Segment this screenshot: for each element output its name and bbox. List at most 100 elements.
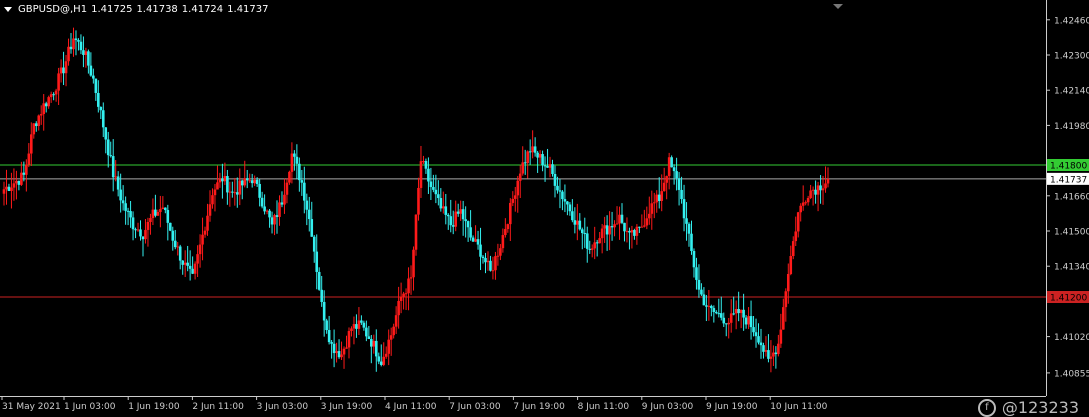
candle-body (643, 225, 646, 227)
candle-body (672, 167, 676, 172)
candle-body (305, 200, 309, 210)
candle-body (387, 339, 390, 354)
candle-body (526, 151, 529, 164)
candle-body (365, 327, 368, 337)
candle-body (357, 320, 361, 329)
candle-body (399, 296, 403, 301)
candle-body (317, 271, 321, 290)
candle-body (466, 221, 470, 228)
candle-body (12, 183, 16, 188)
candle-body (337, 351, 341, 358)
candle-body (595, 242, 599, 244)
candle-body (593, 242, 596, 249)
candle-body (419, 161, 423, 188)
candle-body (528, 151, 532, 153)
candle-body (22, 172, 26, 175)
candle-body (404, 293, 408, 295)
candle-body (67, 46, 70, 62)
candle-body (461, 209, 465, 220)
candle-body (446, 214, 450, 217)
candle-body (109, 155, 113, 157)
dropdown-triangle-icon[interactable] (4, 7, 12, 12)
candle-body (283, 194, 286, 205)
candle-body (724, 323, 728, 325)
candle-body (32, 123, 36, 135)
x-tick-label: 8 Jun 11:00 (578, 402, 630, 412)
candle-body (513, 195, 517, 199)
candle-body (139, 229, 142, 237)
candle-body (506, 224, 510, 230)
candle-body (469, 227, 472, 238)
x-tick-label: 3 Jun 19:00 (321, 402, 373, 412)
candle-body (695, 267, 698, 280)
candle-body (44, 103, 48, 107)
candle-body (816, 185, 820, 195)
candle-body (516, 180, 520, 196)
candle-body (52, 94, 55, 96)
candle-body (322, 301, 326, 321)
candle-body (737, 308, 740, 314)
candle-body (715, 312, 718, 314)
watermark-text: @123233 (1001, 398, 1079, 417)
candle-body (188, 265, 192, 269)
candle-body (794, 231, 798, 242)
candle-body (183, 262, 187, 265)
candle-body (25, 164, 28, 175)
candle-body (273, 215, 276, 225)
candle-body (749, 316, 753, 328)
candle-body (494, 256, 497, 271)
candle-body (253, 179, 256, 184)
candle-body (402, 293, 405, 297)
candle-body (27, 153, 31, 165)
candle-body (585, 233, 589, 249)
candle-body (74, 38, 78, 41)
candle-body (767, 350, 770, 359)
candle-body (605, 225, 609, 235)
candle-body (347, 331, 351, 348)
candle-body (692, 251, 696, 268)
candle-body (747, 316, 750, 325)
candle-body (615, 223, 619, 225)
x-tick-label: 2 Jun 11:00 (192, 402, 244, 412)
candle-body (546, 165, 549, 168)
candle-body (64, 61, 68, 74)
y-tick-label: 1.42460 (1054, 16, 1089, 26)
candle-body (739, 309, 743, 314)
candle-body (578, 220, 582, 230)
candle-body (782, 307, 785, 330)
candle-body (819, 185, 822, 191)
candle-body (504, 229, 507, 236)
open-price: 1.41725 (91, 4, 133, 15)
candle-body (610, 226, 614, 228)
candle-body (434, 189, 438, 195)
candle-body (618, 214, 621, 224)
candle-body (181, 260, 184, 265)
candle-body (576, 220, 579, 225)
candle-body (293, 153, 296, 157)
candle-body (598, 238, 601, 244)
candle-body (541, 154, 544, 166)
candle-body (231, 191, 234, 193)
candle-body (702, 294, 706, 306)
candle-body (7, 186, 11, 191)
candle-body (786, 273, 790, 292)
candle-body (759, 342, 763, 346)
candle-body (49, 94, 53, 98)
candle-body (221, 178, 224, 182)
candlestick-chart[interactable]: 1.42460 1.42300 1.42140 1.41980 1.41660 1.415… (0, 0, 1089, 417)
high-price: 1.41738 (136, 4, 178, 15)
candle-body (97, 92, 100, 107)
candle-body (119, 189, 122, 201)
close-price: 1.41737 (227, 4, 269, 15)
candle-body (538, 154, 542, 158)
x-tick-label: 4 Jun 11:00 (385, 402, 437, 412)
candle-body (772, 352, 775, 357)
candle-body (608, 226, 611, 235)
candle-body (501, 235, 505, 249)
candle-body (444, 206, 448, 215)
candle-body (677, 178, 681, 190)
candle-body (310, 219, 314, 237)
candle-body (496, 255, 500, 257)
candle-body (764, 350, 768, 352)
candle-body (94, 78, 98, 93)
